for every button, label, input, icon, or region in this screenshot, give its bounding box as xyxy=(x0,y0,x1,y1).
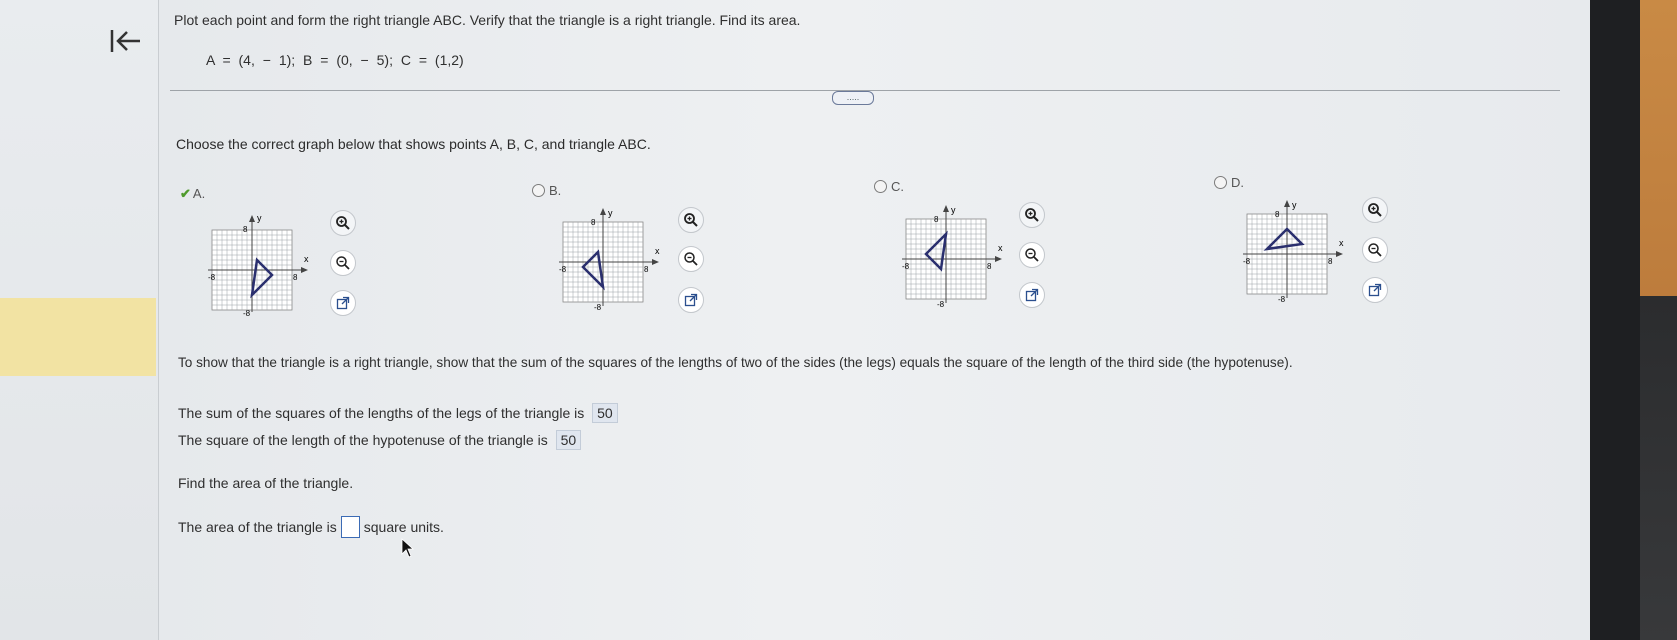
external-link-icon xyxy=(1368,283,1382,297)
zoom-out-button-c[interactable] xyxy=(1019,242,1045,268)
graph-option-a: y x 8 -8 8 -8 xyxy=(208,213,309,318)
zoom-out-button-b[interactable] xyxy=(678,246,704,272)
external-link-icon xyxy=(336,296,350,310)
cursor-icon xyxy=(401,538,415,558)
check-icon: ✔ xyxy=(180,186,191,201)
option-d[interactable]: D. xyxy=(1214,175,1244,190)
zoom-out-icon xyxy=(684,252,698,266)
area-input[interactable] xyxy=(340,516,360,538)
open-graph-button-a[interactable] xyxy=(330,290,356,316)
zoom-in-icon xyxy=(1025,208,1039,222)
legs-answer[interactable]: 50 xyxy=(592,403,618,423)
point-list: A = (4, − 1); B = (0, − 5); C = (1,2) xyxy=(206,52,464,68)
open-graph-button-c[interactable] xyxy=(1019,282,1045,308)
x-axis-label: x xyxy=(998,243,1003,253)
tick-label: -8 xyxy=(559,265,567,274)
radio-b[interactable] xyxy=(532,184,545,197)
option-c-label: C. xyxy=(891,179,904,194)
choice-prompt: Choose the correct graph below that show… xyxy=(176,136,651,152)
zoom-out-icon xyxy=(1368,243,1382,257)
background-edge xyxy=(1640,0,1677,640)
tick-label: -8 xyxy=(1243,257,1251,266)
option-a-label: A. xyxy=(192,186,206,201)
question-text: Plot each point and form the right trian… xyxy=(174,12,801,28)
tick-label: 8 xyxy=(1328,257,1333,266)
question-panel xyxy=(158,0,1591,640)
y-axis-label: y xyxy=(257,213,262,223)
tick-label: -8 xyxy=(902,262,910,271)
tick-label: -8 xyxy=(243,309,251,318)
option-b-label: B. xyxy=(549,183,562,198)
x-axis-label: x xyxy=(1339,238,1344,248)
hyp-sentence-text: The square of the length of the hypotenu… xyxy=(178,432,548,448)
tick-label: 8 xyxy=(987,262,992,271)
back-arrow-icon[interactable] xyxy=(108,26,144,56)
zoom-in-button-b[interactable] xyxy=(678,207,704,233)
radio-c[interactable] xyxy=(874,180,887,193)
zoom-out-button-d[interactable] xyxy=(1362,237,1388,263)
more-button[interactable]: ..... xyxy=(832,91,874,105)
zoom-out-icon xyxy=(1025,248,1039,262)
tick-label: -8 xyxy=(1278,295,1286,304)
zoom-out-icon xyxy=(336,256,350,270)
y-axis-label: y xyxy=(608,208,613,218)
tick-label: 8 xyxy=(1275,210,1280,219)
area-suffix: square units. xyxy=(363,519,444,535)
hypotenuse-answer[interactable]: 50 xyxy=(555,430,582,450)
tick-label: -8 xyxy=(937,300,945,309)
graph-option-d: y x 8 -8 8 -8 xyxy=(1243,200,1344,304)
external-link-icon xyxy=(684,293,698,307)
zoom-in-button-c[interactable] xyxy=(1019,202,1045,228)
find-area-text: Find the area of the triangle. xyxy=(178,475,354,491)
area-sentence: The area of the triangle is square units. xyxy=(178,516,444,538)
x-axis-label: x xyxy=(304,254,309,264)
option-d-label: D. xyxy=(1231,175,1244,190)
zoom-in-icon xyxy=(336,216,350,230)
explanation-text: To show that the triangle is a right tri… xyxy=(178,355,1293,370)
tick-label: 8 xyxy=(243,225,248,234)
zoom-in-icon xyxy=(684,213,698,227)
hypotenuse-sentence: The square of the length of the hypotenu… xyxy=(178,430,582,450)
tick-label: -8 xyxy=(594,303,602,312)
graph-option-b: y x 8 -8 8 -8 xyxy=(559,208,660,312)
option-a[interactable]: ✔ A. xyxy=(180,186,205,202)
tick-label: 8 xyxy=(591,218,596,227)
tick-label: 8 xyxy=(644,265,649,274)
legs-sentence: The sum of the squares of the lengths of… xyxy=(178,403,618,423)
radio-d[interactable] xyxy=(1214,176,1227,189)
area-prefix: The area of the triangle is xyxy=(178,519,337,535)
graph-option-c: y x 8 -8 8 -8 xyxy=(902,205,1003,309)
zoom-in-icon xyxy=(1368,203,1382,217)
open-graph-button-d[interactable] xyxy=(1362,277,1388,303)
zoom-in-button-a[interactable] xyxy=(330,210,356,236)
external-link-icon xyxy=(1025,288,1039,302)
tick-label: 8 xyxy=(934,215,939,224)
x-axis-label: x xyxy=(655,246,660,256)
highlight-band xyxy=(0,298,156,376)
open-graph-button-b[interactable] xyxy=(678,287,704,313)
tick-label: 8 xyxy=(293,273,298,282)
y-axis-label: y xyxy=(1292,200,1297,210)
legs-sentence-text: The sum of the squares of the lengths of… xyxy=(178,405,585,421)
zoom-in-button-d[interactable] xyxy=(1362,197,1388,223)
zoom-out-button-a[interactable] xyxy=(330,250,356,276)
option-c[interactable]: C. xyxy=(874,179,904,194)
tick-label: -8 xyxy=(208,273,216,282)
y-axis-label: y xyxy=(951,205,956,215)
option-b[interactable]: B. xyxy=(532,183,561,198)
screen-bezel xyxy=(1590,0,1640,640)
